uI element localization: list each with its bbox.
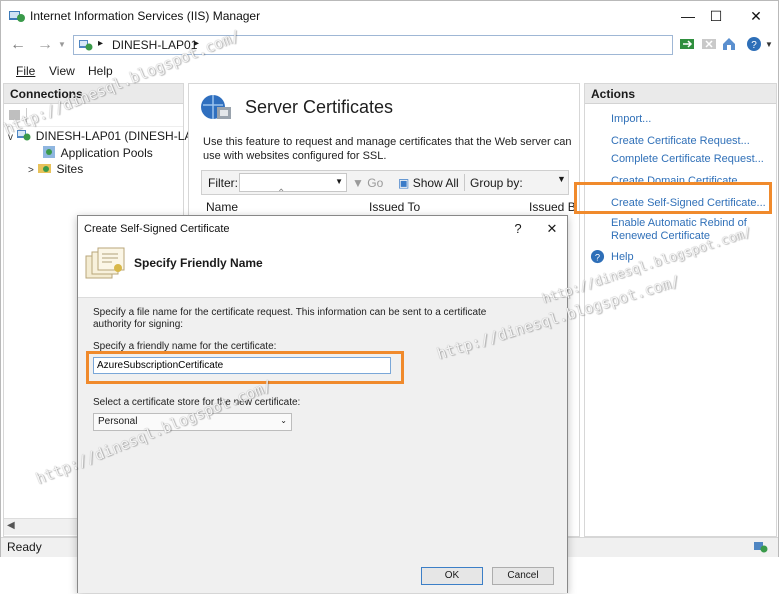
group-by-label[interactable]: Group by: <box>470 176 523 190</box>
connection-status-icon <box>754 542 768 553</box>
sites-folder-icon <box>38 164 52 173</box>
ok-button[interactable]: OK <box>421 567 483 585</box>
highlight-box-friendly-name <box>86 351 404 384</box>
address-field[interactable]: ▸ DINESH-LAP01 ▸ <box>73 35 673 55</box>
server-certificates-icon <box>201 95 231 119</box>
dialog-help-button[interactable]: ? <box>504 219 532 239</box>
help-icon[interactable]: ? <box>590 249 605 264</box>
tree-node-server[interactable]: v DINESH-LAP01 (DINESH-LAP0 <box>8 128 207 143</box>
create-self-signed-certificate-dialog: Create Self-Signed Certificate ? ✕ Speci… <box>77 215 568 593</box>
tree-node-sites[interactable]: > Sites <box>28 161 83 176</box>
menu-file[interactable]: File <box>16 64 35 78</box>
action-complete-certificate-request[interactable]: Complete Certificate Request... <box>611 153 764 166</box>
tree-node-app-pools[interactable]: Application Pools <box>42 145 153 160</box>
breadcrumb-separator-icon: ▸ <box>98 38 104 49</box>
menu-help[interactable]: Help <box>88 64 113 78</box>
filter-dropdown-icon[interactable]: ▼ <box>335 177 343 186</box>
highlight-box-action <box>574 182 772 214</box>
go-button[interactable]: ▼ Go <box>352 176 383 190</box>
maximize-button[interactable]: ☐ <box>698 1 734 31</box>
certificate-store-value: Personal <box>98 416 138 427</box>
menu-view[interactable]: View <box>49 64 75 78</box>
chevron-down-icon: ⌄ <box>280 416 287 425</box>
dialog-step-title: Specify Friendly Name <box>134 256 263 270</box>
action-import[interactable]: Import... <box>611 113 651 126</box>
svg-text:?: ? <box>751 40 757 51</box>
iis-app-icon <box>9 11 25 22</box>
filter-label: Filter: <box>208 176 238 190</box>
column-header-name[interactable]: Name <box>206 200 238 214</box>
actions-header: Actions <box>585 84 776 104</box>
dialog-close-button[interactable]: ✕ <box>538 219 566 239</box>
show-all-label: Show All <box>412 176 459 190</box>
status-text: Ready <box>7 540 42 554</box>
tree-node-label: Application Pools <box>60 146 153 160</box>
show-all-icon: ▣ <box>398 176 410 190</box>
dialog-title: Create Self-Signed Certificate <box>84 223 230 235</box>
back-arrow-icon[interactable]: ← <box>8 36 28 54</box>
go-label: Go <box>367 176 384 190</box>
address-bar: ← → ▼ ▸ DINESH-LAP01 ▸ ? ▼ <box>1 31 778 59</box>
cancel-button[interactable]: Cancel <box>492 567 554 585</box>
filter-input[interactable]: ▼ <box>239 173 347 192</box>
group-by-dropdown-icon[interactable]: ▼ <box>557 174 566 184</box>
action-renewed-certificate[interactable]: Renewed Certificate <box>611 230 710 243</box>
help-dropdown-icon[interactable]: ▼ <box>765 40 773 49</box>
funnel-icon: ▼ <box>352 176 364 190</box>
window-title: Internet Information Services (IIS) Mana… <box>30 9 261 23</box>
forward-arrow-icon[interactable]: → <box>35 36 55 54</box>
feature-title: Server Certificates <box>245 97 394 117</box>
svg-text:?: ? <box>595 252 600 262</box>
app-pool-icon <box>43 146 55 158</box>
tree-node-label: Sites <box>56 162 84 176</box>
expand-chevron-icon[interactable]: > <box>28 165 34 176</box>
server-icon <box>79 40 93 51</box>
action-help[interactable]: Help <box>611 251 634 264</box>
column-header-issued-by[interactable]: Issued B <box>529 200 576 214</box>
scroll-left-icon[interactable]: ◀ <box>7 520 15 531</box>
help-icon[interactable]: ? <box>746 36 762 52</box>
feature-description: Use this feature to request and manage c… <box>203 136 572 162</box>
instruction-text: Specify a file name for the certificate … <box>93 307 487 330</box>
filter-divider <box>464 174 465 191</box>
stop-icon[interactable] <box>701 36 717 52</box>
home-icon[interactable] <box>721 36 737 52</box>
filter-bar: Filter: ▼ ▼ Go ▣ Show All Group by: ▼ <box>201 170 569 195</box>
action-enable-automatic-rebind[interactable]: Enable Automatic Rebind of <box>611 217 747 230</box>
action-create-certificate-request[interactable]: Create Certificate Request... <box>611 135 750 148</box>
tree-node-label: DINESH-LAP01 (DINESH-LAP0 <box>35 129 208 143</box>
title-bar: Internet Information Services (IIS) Mana… <box>1 1 778 31</box>
dialog-header: Specify Friendly Name <box>78 243 567 298</box>
refresh-connection-icon[interactable] <box>679 36 695 52</box>
certificate-icon <box>85 247 125 279</box>
show-all-button[interactable]: ▣ Show All <box>398 176 459 190</box>
history-dropdown-icon[interactable]: ▼ <box>58 40 68 50</box>
sort-indicator-icon: ⌃ <box>277 188 286 199</box>
column-header-issued-to[interactable]: Issued To <box>369 200 420 214</box>
close-button[interactable]: ✕ <box>738 1 774 31</box>
